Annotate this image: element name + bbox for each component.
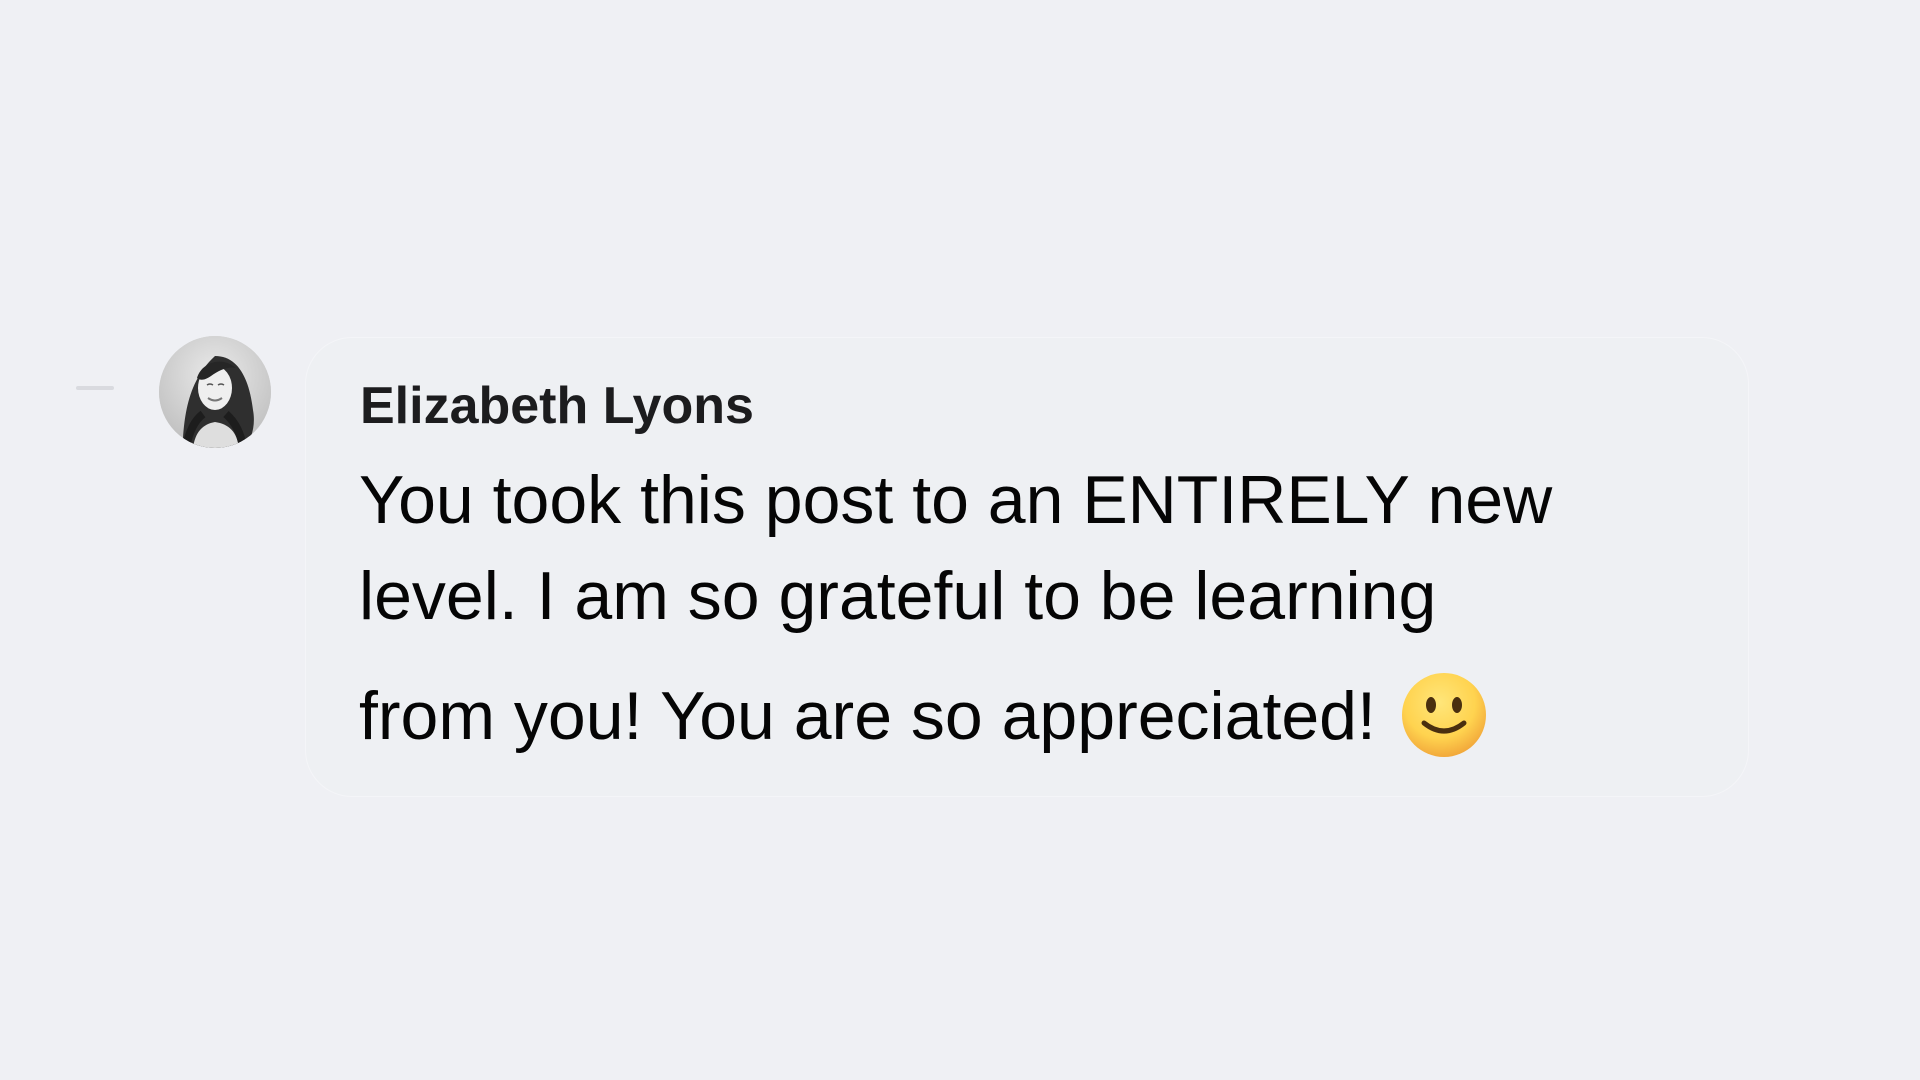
- thread-connector-line: [76, 386, 114, 390]
- comment-text-line-2: level. I am so grateful to be learning: [359, 558, 1437, 634]
- comment-text-line-1: You took this post to an ENTIRELY new: [359, 462, 1553, 538]
- comment-text-line-3-content: from you! You are so appreciated!: [359, 678, 1376, 754]
- comment-screen: { "comment": { "author": "Elizabeth Lyon…: [0, 0, 1920, 1080]
- slightly-smiling-face-icon: [1400, 671, 1488, 759]
- comment-author-name[interactable]: Elizabeth Lyons: [360, 376, 754, 436]
- avatar-photo: [159, 336, 271, 448]
- avatar[interactable]: [159, 336, 271, 448]
- comment-text-line-3: from you! You are so appreciated!: [359, 673, 1488, 765]
